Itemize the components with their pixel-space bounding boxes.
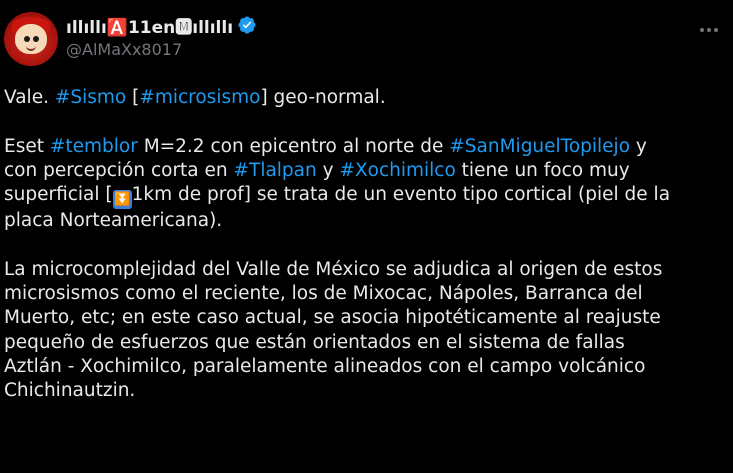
text-line: Muerto, etc; en este caso actual, se aso… [4,307,661,329]
hashtag-microsismo[interactable]: #microsismo [139,87,260,108]
tweet-paragraph-2: Eset #temblor M=2.2 con epicentro al nor… [4,135,729,234]
text-run: placa Norteamericana). [4,210,223,232]
hashtag-sismo[interactable]: #Sismo [55,87,126,108]
text-run: M=2.2 con epicentro al norte de [137,135,450,157]
hashtag-xochimilco[interactable]: #Xochimilco [339,160,455,181]
text-line: Eset #temblor M=2.2 con epicentro al nor… [4,135,729,159]
text-run: superficial [ [4,184,113,206]
more-dot [700,28,704,32]
text-line: superficial [⏬1km de prof] se trata de u… [4,183,729,210]
text-run: tiene un foco muy [455,159,630,181]
avatar-eye-left [24,36,30,42]
tweet-paragraph-1: Vale. #Sismo [#microsismo] geo-normal. [4,86,729,110]
tweet-paragraph-3: La microcomplejidad del Valle de México … [4,258,729,404]
text-line: Chichinautzin. [4,380,136,402]
text-run: y [316,159,340,181]
avatar[interactable] [4,12,58,66]
tweet-text: Vale. #Sismo [#microsismo] geo-normal. E… [4,86,729,404]
text-line: con percepción corta en #Tlalpan y #Xoch… [4,159,729,183]
double-down-arrow-icon: ⏬ [112,190,132,210]
tweet-header: ıllıllı🅰️11en🅼ıllıllı @AlMaXx8017 [4,12,729,68]
hashtag-sanmigueltopilejo[interactable]: #SanMiguelTopilejo [449,136,630,157]
text-run: ] geo-normal. [260,87,386,108]
text-line: Vale. #Sismo [#microsismo] geo-normal. [4,86,729,110]
text-run: Vale. [4,87,55,108]
more-dot [714,28,718,32]
tweet-card: ıllıllı🅰️11en🅼ıllıllı @AlMaXx8017 Vale. … [0,0,733,473]
verified-badge-icon[interactable] [237,15,257,35]
display-name: ıllıllı🅰️11en🅼ıllıllı [66,17,234,38]
author-names: ıllıllı🅰️11en🅼ıllıllı @AlMaXx8017 [66,12,257,66]
text-run: y [630,135,647,157]
text-line: pequeño de esfuerzos que están orientado… [4,331,625,353]
text-line: placa Norteamericana). [4,209,729,233]
text-run: Eset [4,135,50,157]
text-run: 1km de prof] se trata de un evento tipo … [131,184,671,206]
text-run: con percepción corta en [4,159,234,181]
display-name-link[interactable]: ıllıllı🅰️11en🅼ıllıllı [66,12,257,38]
text-run: [ [126,87,140,108]
text-line: microsismos como el reciente, los de Mix… [4,283,643,305]
author-handle[interactable]: @AlMaXx8017 [66,40,257,59]
hashtag-temblor[interactable]: #temblor [50,136,138,157]
hashtag-tlalpan[interactable]: #Tlalpan [234,160,317,181]
text-line: La microcomplejidad del Valle de México … [4,258,663,280]
avatar-eye-right [33,36,39,42]
more-options-icon[interactable] [697,18,721,42]
more-dot [707,28,711,32]
text-line: Aztlán - Xochimilco, paralelamente aline… [4,355,646,377]
